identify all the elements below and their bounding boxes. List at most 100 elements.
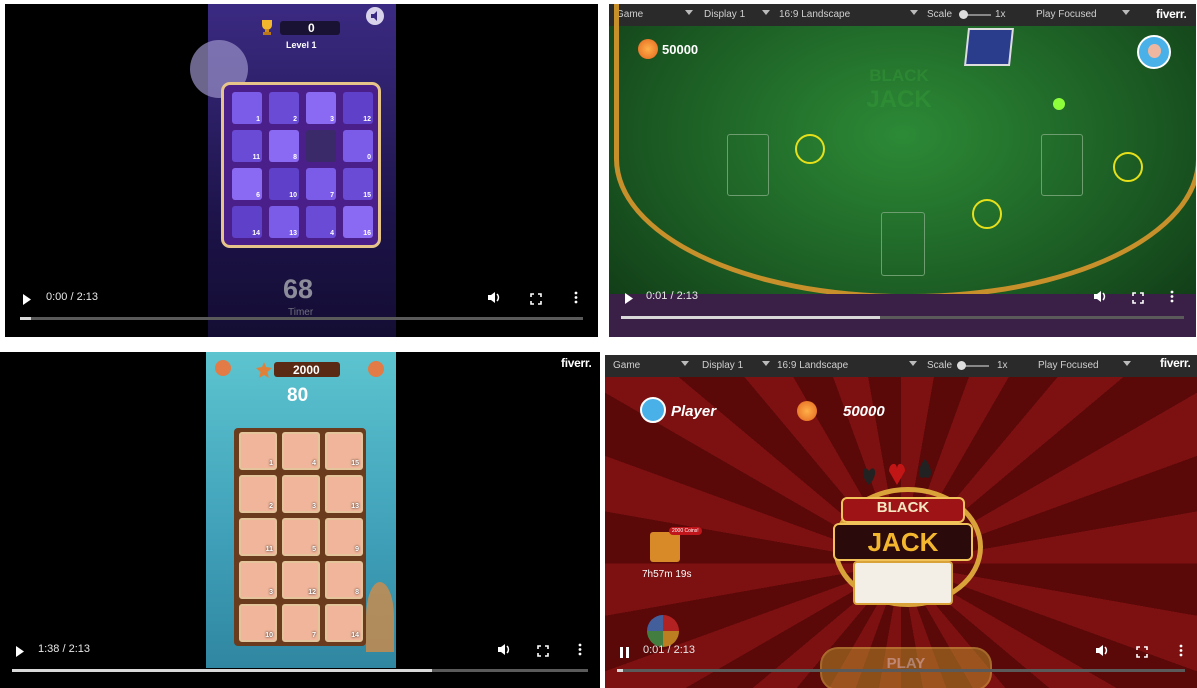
chevron-down-icon[interactable] — [681, 361, 689, 366]
coins-value: 50000 — [662, 42, 699, 57]
volume-icon[interactable] — [487, 291, 501, 309]
memory-tile[interactable]: 14 — [232, 206, 262, 238]
wheel-icon[interactable] — [647, 615, 679, 647]
player-card-slot — [1041, 134, 1083, 196]
fullscreen-icon[interactable] — [537, 644, 549, 662]
gift-icon[interactable] — [650, 532, 680, 562]
progress-bar[interactable] — [621, 316, 1184, 319]
chevron-down-icon[interactable] — [1123, 361, 1131, 366]
blackjack-logo: BLACK JACK — [803, 457, 1003, 617]
bet-circle[interactable] — [795, 134, 825, 164]
scale-slider[interactable] — [957, 361, 989, 370]
timer-value: 80 — [287, 385, 309, 406]
more-options-icon[interactable] — [578, 643, 582, 661]
fullscreen-icon[interactable] — [1136, 645, 1148, 663]
memory-tile[interactable]: 7 — [282, 604, 320, 642]
memory-tile[interactable]: 10 — [269, 168, 299, 200]
green-marker-icon — [1053, 98, 1065, 110]
back-icon[interactable] — [215, 360, 231, 376]
avatar[interactable] — [1137, 35, 1171, 69]
play-icon[interactable] — [15, 644, 25, 662]
tile-number: 15 — [363, 192, 371, 199]
fullscreen-icon[interactable] — [530, 292, 542, 310]
memory-tile[interactable]: 2 — [239, 475, 277, 513]
volume-icon[interactable] — [497, 643, 511, 661]
memory-tile[interactable]: 4 — [306, 206, 336, 238]
logo-top-plate: BLACK — [841, 497, 965, 523]
memory-tile[interactable]: 10 — [239, 604, 277, 642]
memory-tile[interactable]: 5 — [282, 518, 320, 556]
memory-tile[interactable]: 14 — [325, 604, 363, 642]
memory-tile[interactable]: 1 — [232, 92, 262, 124]
aspect-select[interactable]: 16:9 Landscape — [777, 360, 848, 371]
display-select[interactable]: Display 1 — [702, 360, 743, 371]
memory-tile[interactable]: 7 — [306, 168, 336, 200]
memory-tile[interactable]: 6 — [232, 168, 262, 200]
coins-value: 50000 — [843, 403, 885, 420]
memory-tile[interactable]: 11 — [232, 130, 262, 162]
memory-tile[interactable]: 13 — [269, 206, 299, 238]
settings-icon[interactable] — [368, 361, 384, 377]
video-panel-bottom-left[interactable]: fiverr. 2000 80 1 4 15 2 3 13 11 5 9 3 12 8 10 7 14 1:… — [0, 352, 600, 688]
volume-icon[interactable] — [1093, 290, 1107, 308]
more-options-icon[interactable] — [1170, 290, 1174, 308]
memory-tile[interactable]: 15 — [343, 168, 373, 200]
memory-tile[interactable]: 3 — [282, 475, 320, 513]
card-suits-icon — [859, 457, 949, 487]
video-panel-top-right[interactable]: Game Display 1 16:9 Landscape Scale 1x P… — [609, 4, 1196, 337]
fullscreen-icon[interactable] — [1132, 291, 1144, 309]
play-icon[interactable] — [624, 291, 634, 309]
scale-label: Scale — [927, 360, 953, 371]
progress-bar[interactable] — [12, 669, 588, 672]
play-button[interactable]: PLAY — [820, 647, 992, 688]
memory-tile[interactable]: 9 — [325, 518, 363, 556]
coin-icon — [638, 39, 658, 59]
memory-tile[interactable]: 8 — [269, 130, 299, 162]
memory-tile[interactable]: 0 — [343, 130, 373, 162]
tile-number: 1 — [269, 460, 273, 467]
tile-number: 8 — [355, 589, 359, 596]
memory-tile[interactable]: 1 — [239, 432, 277, 470]
more-options-icon[interactable] — [1179, 644, 1183, 662]
logo-top: BLACK — [869, 66, 929, 85]
tile-number: 12 — [363, 116, 371, 123]
memory-tile[interactable]: 8 — [325, 561, 363, 599]
volume-icon[interactable] — [1095, 644, 1109, 662]
memory-tile[interactable]: 3 — [239, 561, 277, 599]
tile-number: 10 — [289, 192, 297, 199]
tile-number: 9 — [355, 546, 359, 553]
progress-bar[interactable] — [617, 669, 1185, 672]
memory-tile[interactable]: 11 — [239, 518, 277, 556]
tile-number: 3 — [312, 503, 316, 510]
trophy-icon — [258, 18, 276, 36]
memory-tile[interactable]: 3 — [306, 92, 336, 124]
tile-number: 7 — [330, 192, 334, 199]
bet-circle[interactable] — [1113, 152, 1143, 182]
play-mode-select[interactable]: Play Focused — [1038, 360, 1099, 371]
progress-bar[interactable] — [20, 317, 583, 320]
memory-tile[interactable] — [306, 130, 336, 162]
memory-tile[interactable]: 16 — [343, 206, 373, 238]
game-tab[interactable]: Game — [613, 360, 640, 371]
sound-icon[interactable] — [366, 7, 384, 25]
gift-countdown: 7h57m 19s — [642, 569, 692, 580]
video-panel-top-left[interactable]: 0 Level 1 1 2 3 12 11 8 0 6 10 7 15 14 13 4 16 68 Time… — [5, 4, 598, 337]
chevron-down-icon[interactable] — [762, 361, 770, 366]
tile-number: 13 — [289, 230, 297, 237]
progress-fill — [12, 669, 433, 672]
player-avatar-icon — [640, 397, 666, 423]
memory-tile[interactable]: 12 — [282, 561, 320, 599]
tile-number: 11 — [265, 546, 273, 553]
more-options-icon[interactable] — [574, 291, 578, 309]
memory-tile[interactable]: 13 — [325, 475, 363, 513]
memory-tile[interactable]: 2 — [269, 92, 299, 124]
video-panel-bottom-right[interactable]: Game Display 1 16:9 Landscape Scale 1x P… — [605, 355, 1197, 688]
memory-tile[interactable]: 15 — [325, 432, 363, 470]
memory-tile[interactable]: 12 — [343, 92, 373, 124]
chevron-down-icon[interactable] — [909, 361, 917, 366]
logo-bottom: JACK — [866, 86, 932, 113]
play-icon[interactable] — [22, 292, 32, 310]
bet-circle[interactable] — [972, 199, 1002, 229]
pause-icon[interactable] — [620, 645, 629, 663]
memory-tile[interactable]: 4 — [282, 432, 320, 470]
